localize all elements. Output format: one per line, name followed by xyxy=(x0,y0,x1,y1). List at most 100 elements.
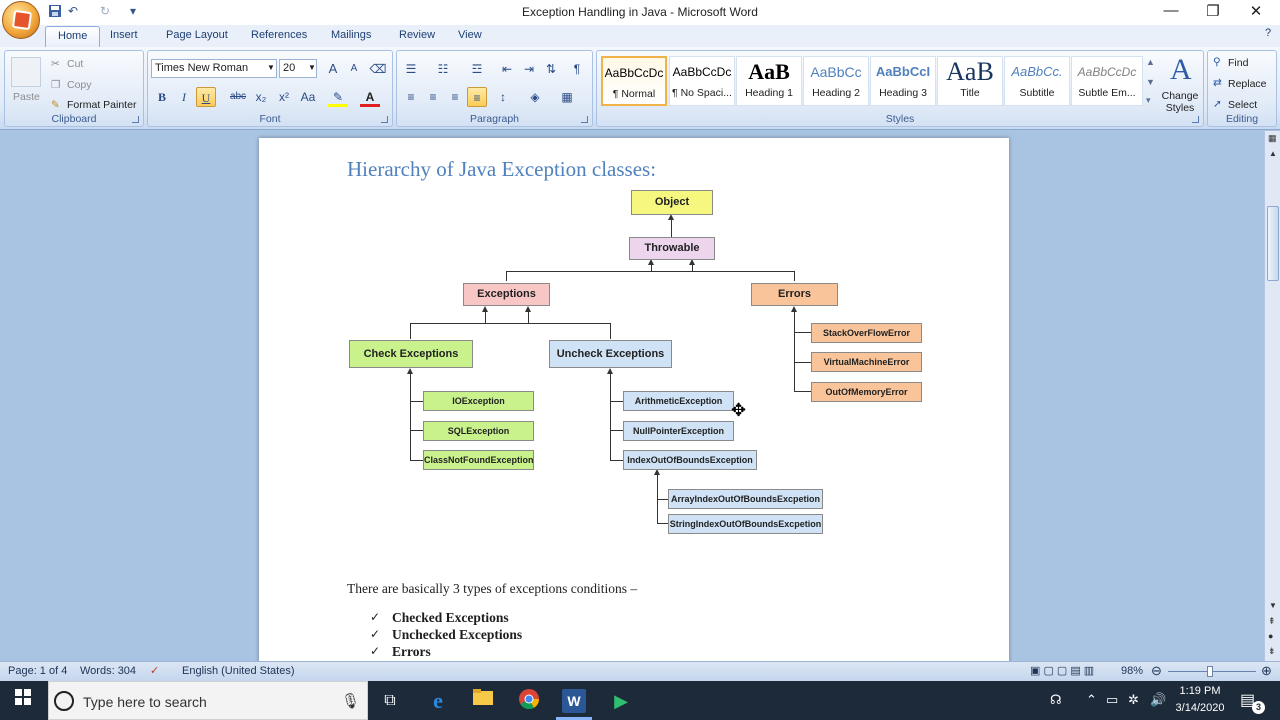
change-styles-icon[interactable]: A xyxy=(1170,53,1192,87)
clipboard-launcher-icon[interactable] xyxy=(132,116,139,123)
taskbar-search[interactable]: Type here to search 🎙 xyxy=(48,681,368,720)
shrink-font-button[interactable]: A xyxy=(344,59,364,79)
cut-button[interactable]: Cut xyxy=(67,58,83,70)
tab-review[interactable]: Review xyxy=(399,29,435,41)
borders-icon[interactable]: ▦ xyxy=(557,87,577,107)
restore-button[interactable]: ❐ xyxy=(1198,2,1228,22)
style-heading-3[interactable]: AaBbCcI Heading 3 xyxy=(870,56,936,106)
italic-button[interactable]: I xyxy=(174,87,194,107)
zoom-in-icon[interactable]: ⊕ xyxy=(1261,663,1272,679)
edge-icon[interactable]: e xyxy=(426,689,450,713)
style-normal[interactable]: AaBbCcDc ¶ Normal xyxy=(601,56,667,106)
start-windows-icon[interactable] xyxy=(11,689,35,713)
paste-button[interactable]: Paste xyxy=(13,91,40,103)
chrome-icon[interactable] xyxy=(517,689,541,713)
find-icon[interactable]: ⚲ xyxy=(1213,56,1221,68)
bold-button[interactable]: B xyxy=(152,87,172,107)
style-heading-1[interactable]: AaB Heading 1 xyxy=(736,56,802,106)
network-icon[interactable]: ▭ xyxy=(1106,692,1118,708)
task-view-icon[interactable]: ⧉ xyxy=(378,689,402,713)
align-right-icon[interactable]: ≡ xyxy=(445,87,465,107)
style-no-spacing[interactable]: AaBbCcDc ¶ No Spaci... xyxy=(669,56,735,106)
style-title[interactable]: AaB Title xyxy=(937,56,1003,106)
styles-scroll-down-icon[interactable]: ▼ xyxy=(1146,77,1155,87)
replace-icon[interactable]: ⇄ xyxy=(1213,77,1222,89)
browse-object-icon[interactable]: ● xyxy=(1268,631,1273,641)
font-launcher-icon[interactable] xyxy=(381,116,388,123)
tab-page-layout[interactable]: Page Layout xyxy=(166,29,228,41)
style-subtitle[interactable]: AaBbCc. Subtitle xyxy=(1004,56,1070,106)
ruler-toggle-icon[interactable]: ▦ xyxy=(1268,133,1277,144)
clock-date[interactable]: 3/14/2020 xyxy=(1172,702,1228,714)
subscript-button[interactable]: x₂ xyxy=(251,87,271,107)
find-button[interactable]: Find xyxy=(1228,57,1248,69)
tab-insert[interactable]: Insert xyxy=(110,29,138,41)
highlight-color-icon[interactable]: ✎ xyxy=(328,87,348,107)
close-button[interactable]: ✕ xyxy=(1241,2,1271,22)
styles-more-icon[interactable]: ▾ xyxy=(1146,95,1151,106)
select-button[interactable]: Select xyxy=(1228,99,1257,111)
style-heading-2[interactable]: AaBbCc Heading 2 xyxy=(803,56,869,106)
word-count[interactable]: Words: 304 xyxy=(80,665,136,677)
font-size-chevron-icon[interactable]: ▼ xyxy=(308,63,316,72)
styles-scroll-up-icon[interactable]: ▲ xyxy=(1146,57,1155,67)
tab-mailings[interactable]: Mailings xyxy=(331,29,371,41)
font-name-dropdown[interactable]: Times New Roman xyxy=(151,59,277,78)
multilevel-list-icon[interactable]: ☲ xyxy=(467,59,487,79)
styles-launcher-icon[interactable] xyxy=(1192,116,1199,123)
scroll-thumb[interactable] xyxy=(1267,206,1279,281)
line-spacing-icon[interactable]: ↕ xyxy=(493,87,513,107)
proofing-icon[interactable]: ✓ xyxy=(150,664,159,677)
file-explorer-icon[interactable] xyxy=(471,689,495,713)
help-icon[interactable]: ? xyxy=(1265,27,1271,39)
grow-font-button[interactable]: A xyxy=(323,59,343,79)
underline-button[interactable]: U xyxy=(196,87,216,107)
change-styles-button[interactable]: Change Styles xyxy=(1160,90,1200,114)
style-subtle-emphasis[interactable]: AaBbCcDc Subtle Em... xyxy=(1071,56,1143,106)
next-page-icon[interactable]: ⇟ xyxy=(1268,646,1276,657)
sort-icon[interactable]: ⇅ xyxy=(541,59,561,79)
view-mode-icons[interactable]: ▣ ▢ ▢ ▤ ▥ xyxy=(1030,664,1094,677)
zoom-out-icon[interactable]: ⊖ xyxy=(1151,663,1162,679)
office-button[interactable] xyxy=(2,1,40,39)
format-painter-icon[interactable]: ✎ xyxy=(51,99,60,111)
format-painter-button[interactable]: Format Painter xyxy=(67,99,136,111)
decrease-indent-icon[interactable]: ⇤ xyxy=(497,59,517,79)
align-center-icon[interactable]: ≡ xyxy=(423,87,443,107)
zoom-slider-thumb[interactable] xyxy=(1207,666,1213,677)
microphone-icon[interactable]: 🎙 xyxy=(341,692,360,710)
document-page[interactable]: Hierarchy of Java Exception classes: Obj… xyxy=(259,138,1009,661)
font-name-chevron-icon[interactable]: ▼ xyxy=(267,63,275,72)
strikethrough-button[interactable]: abc xyxy=(228,87,248,107)
wifi-icon[interactable]: ✲ xyxy=(1128,692,1139,708)
copy-icon[interactable]: ❐ xyxy=(51,79,60,91)
select-icon[interactable]: ➚ xyxy=(1213,98,1222,110)
tab-view[interactable]: View xyxy=(458,29,482,41)
scroll-up-icon[interactable]: ▲ xyxy=(1269,149,1277,158)
volume-icon[interactable]: 🔊 xyxy=(1150,692,1166,708)
language-indicator[interactable]: English (United States) xyxy=(182,665,295,677)
zoom-level[interactable]: 98% xyxy=(1121,665,1143,677)
minimize-button[interactable]: — xyxy=(1156,2,1186,22)
justify-icon[interactable]: ≡ xyxy=(467,87,487,107)
replace-button[interactable]: Replace xyxy=(1228,78,1267,90)
vertical-scrollbar[interactable]: ▦ ▲ ▼ ⇞ ● ⇟ xyxy=(1264,131,1280,661)
paragraph-launcher-icon[interactable] xyxy=(581,116,588,123)
tab-home[interactable]: Home xyxy=(45,26,101,48)
increase-indent-icon[interactable]: ⇥ xyxy=(519,59,539,79)
clock-time[interactable]: 1:19 PM xyxy=(1172,685,1228,697)
copy-button[interactable]: Copy xyxy=(67,79,92,91)
previous-page-icon[interactable]: ⇞ xyxy=(1268,616,1276,627)
paste-icon[interactable] xyxy=(11,57,41,87)
tab-references[interactable]: References xyxy=(251,29,307,41)
shading-icon[interactable]: ◈ xyxy=(525,87,545,107)
people-icon[interactable]: ☊ xyxy=(1050,692,1062,708)
numbering-icon[interactable]: ☷ xyxy=(433,59,453,79)
show-formatting-icon[interactable]: ¶ xyxy=(567,59,587,79)
font-color-icon[interactable]: A xyxy=(360,87,380,107)
clear-formatting-icon[interactable]: ⌫ xyxy=(368,59,388,79)
superscript-button[interactable]: x² xyxy=(274,87,294,107)
align-left-icon[interactable]: ≡ xyxy=(401,87,421,107)
page-indicator[interactable]: Page: 1 of 4 xyxy=(8,665,67,677)
change-case-button[interactable]: Aa xyxy=(298,87,318,107)
